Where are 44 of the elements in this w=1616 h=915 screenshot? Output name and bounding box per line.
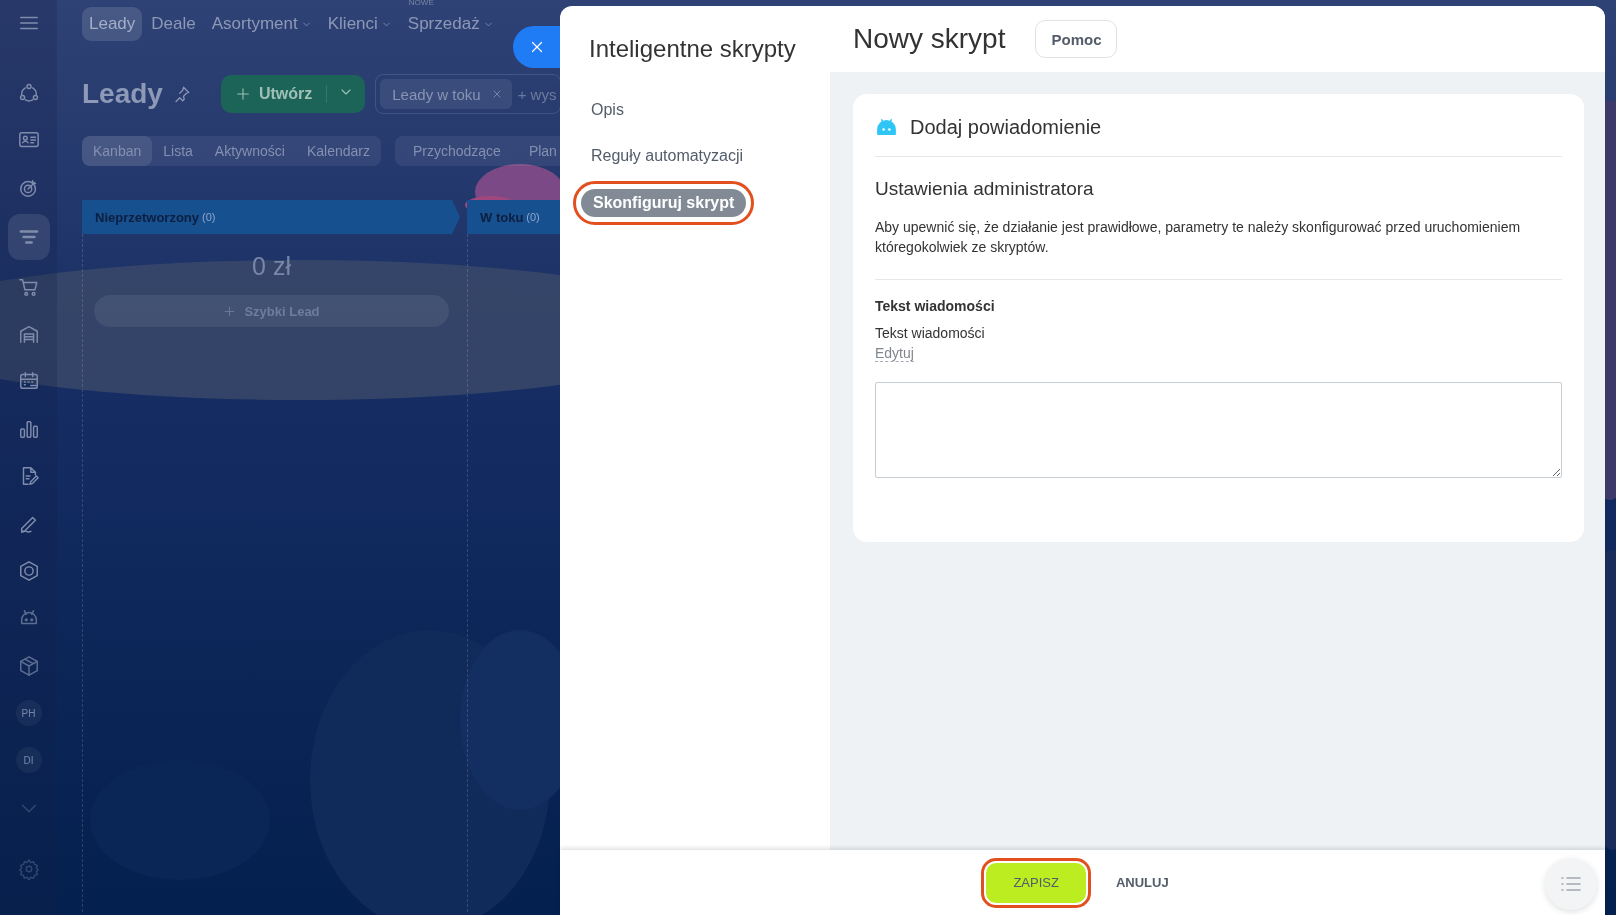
view-tab[interactable]: Kalendarz [295,136,381,166]
create-button[interactable]: Utwórz [220,75,366,113]
hexagon-icon[interactable] [17,559,40,582]
nav-tab[interactable]: Deale [144,7,203,41]
message-input[interactable] [875,382,1562,478]
box-icon[interactable] [17,654,40,677]
menu-button[interactable] [1545,858,1597,910]
view-tab[interactable]: Kanban [82,136,153,166]
filter-chip[interactable]: Leady w toku [380,79,512,109]
nav-tab[interactable]: Klienci [320,7,399,41]
view-tab[interactable]: Lista [152,136,204,166]
plus-icon [234,86,251,102]
plus-icon [223,304,237,318]
nav-tab[interactable]: Leady [82,7,143,41]
new-label: NOWE [408,0,434,7]
panel-title: Inteligentne skrypty [588,35,796,63]
card-title: Dodaj powiadomienie [910,116,1102,139]
column-count: (0) [526,211,540,223]
column-title: Nieprzetworzony [95,209,199,225]
nav-item[interactable]: Reguły automatyzacji [581,143,754,169]
close-button[interactable] [513,26,560,68]
user-avatar[interactable]: PH [15,700,42,727]
nodes-icon[interactable] [17,82,40,104]
column-title: W toku [480,209,524,225]
counter-filter[interactable]: Plan [528,143,557,159]
view-tab[interactable]: Aktywności [203,136,296,166]
add-filter-link[interactable]: + wys [517,85,557,103]
column-total: 0 zł [252,252,291,281]
column-count: (0) [202,211,216,223]
pin-icon [172,85,191,103]
user-avatar[interactable]: DI [15,747,42,774]
cancel-button[interactable]: ANULUJ [1105,862,1179,903]
counter-filter[interactable]: Przychodzące [412,143,501,159]
field-variable: Tekst wiadomości [875,325,986,341]
nav-item[interactable]: Opis [581,97,634,123]
field-label: Tekst wiadomości [875,298,996,314]
help-button[interactable]: Pomoc [1035,20,1118,58]
section-title: Ustawienia administratora [875,178,1095,200]
nav-tab[interactable]: Asortyment [204,7,319,41]
edit-link[interactable]: Edytuj [875,345,914,362]
page-title: Nowy skrypt [853,23,1006,55]
nav-tab[interactable]: Sprzedaż [400,7,501,41]
description-text: Aby upewnić się, że działanie jest prawidłowe, parametry te należy skonfigurować przed uruchomieniem któregokolwiek ze skryptów. [875,217,1562,280]
page-title: Leady [82,78,163,110]
